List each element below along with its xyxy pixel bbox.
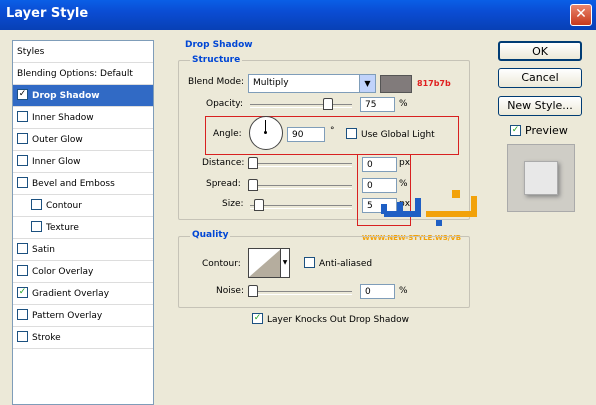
styles-list-item[interactable]: Inner Glow xyxy=(13,151,153,173)
spread-slider-track[interactable] xyxy=(250,185,352,189)
quality-group xyxy=(178,236,470,308)
noise-unit: % xyxy=(399,286,408,296)
style-item-label: Stroke xyxy=(32,333,61,343)
color-hex-annotation: 817b7b xyxy=(417,79,451,88)
preview-checkbox[interactable]: ✓ Preview xyxy=(510,124,568,137)
knockout-checkbox[interactable]: ✓ Layer Knocks Out Drop Shadow xyxy=(252,313,409,325)
knockout-box[interactable]: ✓ xyxy=(252,313,263,324)
styles-list: Styles Blending Options: Default ✓ Drop Sh… xyxy=(12,40,154,405)
styles-list-item[interactable]: ✓ Gradient Overlay xyxy=(13,283,153,305)
preview-thumbnail xyxy=(507,144,575,212)
distance-slider-track[interactable] xyxy=(250,163,352,167)
style-item-label: Satin xyxy=(32,245,55,255)
contour-preview-icon xyxy=(249,249,281,277)
degree-symbol: ° xyxy=(330,126,335,136)
spread-slider-thumb[interactable] xyxy=(248,179,258,191)
styles-list-item[interactable]: Color Overlay xyxy=(13,261,153,283)
close-button[interactable]: ✕ xyxy=(570,4,592,26)
style-item-label: Contour xyxy=(46,201,82,211)
structure-title: Structure xyxy=(190,55,243,65)
chevron-down-icon: ▼ xyxy=(359,75,375,92)
angle-input[interactable]: 90 xyxy=(287,127,325,142)
drop-shadow-title: Drop Shadow xyxy=(183,40,255,50)
opacity-input[interactable]: 75 xyxy=(360,97,395,112)
preview-box[interactable]: ✓ xyxy=(510,124,521,136)
styles-list-item[interactable]: Satin xyxy=(13,239,153,261)
style-item-label: Blending Options: Default xyxy=(17,69,133,79)
distance-input[interactable]: 0 xyxy=(362,157,397,172)
style-checkbox[interactable] xyxy=(17,265,28,276)
style-checkbox[interactable] xyxy=(17,177,28,188)
styles-list-item[interactable]: Pattern Overlay xyxy=(13,305,153,327)
style-checkbox[interactable] xyxy=(17,243,28,254)
style-checkbox[interactable] xyxy=(31,199,42,210)
style-item-label: Color Overlay xyxy=(32,267,94,277)
styles-list-item[interactable]: Contour xyxy=(13,195,153,217)
styles-list-item[interactable]: Outer Glow xyxy=(13,129,153,151)
use-global-light-box[interactable] xyxy=(346,128,357,139)
blend-mode-label: Blend Mode: xyxy=(188,77,245,87)
style-checkbox[interactable] xyxy=(17,155,28,166)
style-item-label: Drop Shadow xyxy=(32,91,100,101)
preview-swatch xyxy=(524,161,558,195)
opacity-slider-thumb[interactable] xyxy=(322,98,333,110)
style-checkbox[interactable] xyxy=(17,111,28,122)
style-checkbox[interactable] xyxy=(17,309,28,320)
blend-mode-value: Multiply xyxy=(253,78,289,88)
new-style-button[interactable]: New Style... xyxy=(498,96,582,116)
styles-list-item[interactable]: Inner Shadow xyxy=(13,107,153,129)
shadow-color-swatch[interactable] xyxy=(380,75,412,93)
cancel-button[interactable]: Cancel xyxy=(498,68,582,88)
distance-unit: px xyxy=(399,158,411,168)
anti-aliased-box[interactable] xyxy=(304,257,315,268)
opacity-slider-track[interactable] xyxy=(250,104,352,108)
styles-list-item[interactable]: Stroke xyxy=(13,327,153,349)
style-checkbox[interactable] xyxy=(17,133,28,144)
contour-label: Contour: xyxy=(202,259,241,269)
style-item-label: Bevel and Emboss xyxy=(32,179,115,189)
opacity-label: Opacity: xyxy=(206,99,243,109)
contour-dropdown-arrow-icon[interactable]: ▼ xyxy=(280,248,290,278)
style-item-label: Texture xyxy=(46,223,79,233)
styles-list-item[interactable]: Texture xyxy=(13,217,153,239)
size-slider-thumb[interactable] xyxy=(254,199,264,211)
use-global-light-checkbox[interactable]: Use Global Light xyxy=(346,128,435,140)
style-item-label: Inner Shadow xyxy=(32,113,94,123)
noise-input[interactable]: 0 xyxy=(360,284,395,299)
quality-title: Quality xyxy=(190,230,231,240)
opacity-unit: % xyxy=(399,99,408,109)
spread-label: Spread: xyxy=(206,179,241,189)
angle-label: Angle: xyxy=(213,129,242,139)
styles-list-header[interactable]: Styles xyxy=(13,41,153,63)
noise-slider-thumb[interactable] xyxy=(248,285,258,297)
style-item-label: Outer Glow xyxy=(32,135,83,145)
size-slider-track[interactable] xyxy=(250,205,352,209)
angle-dial-center xyxy=(264,131,267,134)
styles-list-item[interactable]: ✓ Drop Shadow xyxy=(13,85,153,107)
style-checkbox[interactable]: ✓ xyxy=(17,89,28,100)
anti-aliased-checkbox[interactable]: Anti-aliased xyxy=(304,257,372,269)
style-item-label: Pattern Overlay xyxy=(32,311,103,321)
title-bar: Layer Style ✕ xyxy=(0,0,596,30)
style-checkbox[interactable] xyxy=(17,331,28,342)
noise-slider-track[interactable] xyxy=(250,291,352,295)
contour-picker[interactable] xyxy=(248,248,282,278)
distance-slider-thumb[interactable] xyxy=(248,157,258,169)
style-checkbox[interactable]: ✓ xyxy=(17,287,28,298)
angle-dial[interactable] xyxy=(249,116,283,150)
style-item-label: Gradient Overlay xyxy=(32,289,110,299)
styles-list-item[interactable]: Bevel and Emboss xyxy=(13,173,153,195)
style-item-label: Inner Glow xyxy=(32,157,81,167)
blend-mode-select[interactable]: Multiply ▼ xyxy=(248,74,376,93)
watermark-logo xyxy=(378,184,482,230)
window-title: Layer Style xyxy=(6,6,89,21)
style-checkbox[interactable] xyxy=(31,221,42,232)
noise-label: Noise: xyxy=(216,286,244,296)
distance-label: Distance: xyxy=(202,158,245,168)
size-label: Size: xyxy=(222,199,244,209)
styles-list-item[interactable]: Blending Options: Default xyxy=(13,63,153,85)
close-icon: ✕ xyxy=(575,6,587,22)
ok-button[interactable]: OK xyxy=(498,41,582,61)
